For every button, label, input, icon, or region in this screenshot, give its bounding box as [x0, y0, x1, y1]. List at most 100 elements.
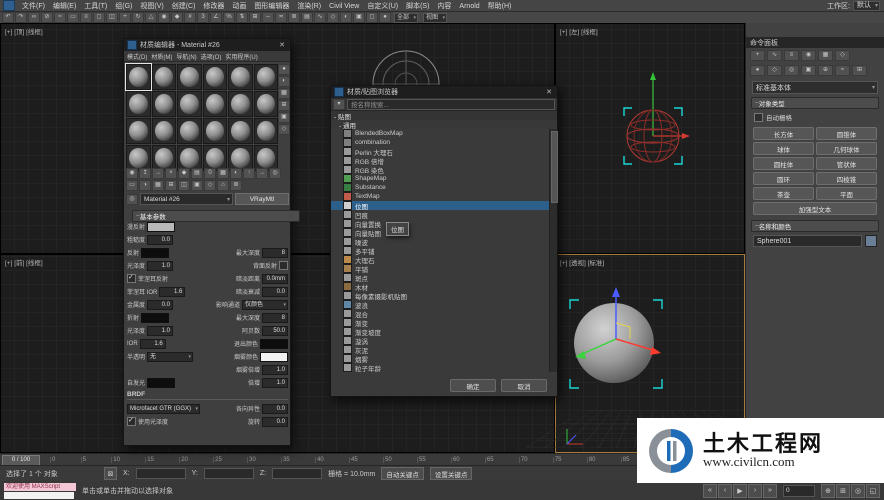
assign-material-icon[interactable]: → — [152, 168, 164, 179]
color-swatch[interactable] — [260, 339, 288, 349]
rotate-icon[interactable]: ↻ — [132, 12, 144, 23]
sphere-wireframe-selected[interactable] — [616, 72, 690, 172]
param-spinner[interactable]: 1.0 — [147, 326, 173, 336]
checker-icon[interactable]: ▦ — [152, 180, 164, 191]
param-spinner[interactable]: 1.0 — [147, 261, 173, 271]
primitive-button[interactable]: 圆环 — [753, 172, 814, 185]
material-sample-slot[interactable] — [254, 64, 279, 90]
material-sample-slot[interactable] — [126, 64, 151, 90]
pick-from-object-icon[interactable]: ◎ — [126, 194, 138, 205]
material-sample-slot[interactable] — [203, 118, 228, 144]
map-list-item[interactable]: ShapeMap — [331, 174, 557, 183]
primitive-button[interactable]: 管状体 — [816, 157, 877, 170]
material-sample-slot[interactable] — [177, 118, 202, 144]
tile-icon[interactable]: ⊞ — [165, 180, 177, 191]
selection-filter-dropdown[interactable]: 全部 — [394, 13, 418, 23]
param-spinner[interactable]: 0.0mm — [262, 274, 288, 284]
menu-item[interactable]: 脚本(S) — [402, 3, 433, 10]
options-icon[interactable]: ◇ — [278, 124, 290, 135]
pick-material-icon[interactable]: ◎ — [269, 168, 281, 179]
scale-icon[interactable]: △ — [145, 12, 157, 23]
object-color-swatch[interactable] — [865, 235, 877, 247]
motion-tab-icon[interactable]: ◉ — [801, 50, 816, 61]
primitive-button[interactable]: 茶壶 — [753, 187, 814, 200]
menu-item[interactable]: 修改器 — [199, 3, 228, 10]
schematic-view-icon[interactable]: ◇ — [327, 12, 339, 23]
curve-editor-icon[interactable]: ∿ — [314, 12, 326, 23]
ribbon-icon[interactable]: ▤ — [301, 12, 313, 23]
material-name-dropdown[interactable]: Material #26 — [140, 193, 233, 205]
show-end-result-icon[interactable]: ◐ — [230, 168, 242, 179]
put-material-icon[interactable]: ↥ — [139, 168, 151, 179]
material-editor-menu-item[interactable]: 实用程序(U) — [225, 52, 257, 61]
close-icon[interactable]: ✕ — [544, 88, 554, 96]
param-spinner[interactable]: 50.0 — [262, 326, 288, 336]
keyboard-override-icon[interactable]: # — [184, 12, 196, 23]
material-sample-slot[interactable] — [152, 91, 177, 117]
param-dropdown[interactable]: Microfacet GTR (GGX) — [127, 404, 200, 414]
lights-icon[interactable]: ◎ — [784, 65, 799, 76]
tree-node-general[interactable]: - 通用 — [331, 120, 557, 129]
material-editor-menu-item[interactable]: 选项(O) — [201, 52, 222, 61]
material-sample-slot[interactable] — [228, 64, 253, 90]
create-tab-icon[interactable]: + — [750, 50, 765, 61]
move-icon[interactable]: + — [119, 12, 131, 23]
primitive-button[interactable]: 平面 — [816, 187, 877, 200]
param-spinner[interactable]: 0.0 — [147, 235, 173, 245]
material-id-icon[interactable]: 0 — [204, 168, 216, 179]
percent-snap-icon[interactable]: % — [223, 12, 235, 23]
menu-item[interactable]: 帮助(H) — [484, 3, 516, 10]
material-sample-slot[interactable] — [152, 64, 177, 90]
primitive-button[interactable]: 长方体 — [753, 127, 814, 140]
maxscript-macro-line[interactable]: 欢迎使用 MAXScript — [4, 483, 76, 491]
reset-map-icon[interactable]: × — [165, 168, 177, 179]
cancel-button[interactable]: 取消 — [501, 379, 547, 392]
map-list-item[interactable]: 粒子年龄 — [331, 363, 557, 372]
select-object-icon[interactable]: ▭ — [67, 12, 79, 23]
go-start-icon[interactable]: « — [703, 484, 717, 498]
background-icon[interactable]: ▦ — [278, 88, 290, 99]
utilities-tab-icon[interactable]: ◇ — [835, 50, 850, 61]
bind-spacewarp-icon[interactable]: ≈ — [54, 12, 66, 23]
spacewarps-icon[interactable]: ≈ — [835, 65, 850, 76]
tree-node-maps[interactable]: - 贴图 — [331, 111, 557, 120]
menu-item[interactable]: 渲染(R) — [293, 3, 325, 10]
backlight2-icon[interactable]: ◑ — [139, 180, 151, 191]
lock-selection-icon[interactable]: ⊠ — [104, 467, 117, 480]
go-parent-icon[interactable]: ↑ — [243, 168, 255, 179]
material-sample-slot[interactable] — [126, 91, 151, 117]
map-list-item[interactable]: BlendedBoxMap — [331, 129, 557, 138]
material-sample-slot[interactable] — [203, 64, 228, 90]
param-spinner[interactable]: 8 — [262, 248, 288, 258]
param-dropdown[interactable]: 无 — [147, 352, 193, 362]
material-sample-slot[interactable] — [254, 91, 279, 117]
menu-item[interactable]: 文件(F) — [18, 3, 49, 10]
close-icon[interactable]: ✕ — [277, 41, 287, 49]
options2-icon[interactable]: ◇ — [204, 180, 216, 191]
pan-icon[interactable]: ◎ — [851, 484, 865, 498]
window-crossing-icon[interactable]: ◫ — [106, 12, 118, 23]
undo-icon[interactable]: ↶ — [2, 12, 14, 23]
rendered-frame-icon[interactable]: ◻ — [366, 12, 378, 23]
material-editor-menu-item[interactable]: 模式(D) — [127, 52, 147, 61]
backlight-icon[interactable]: ◐ — [278, 76, 290, 87]
param-spinner[interactable]: 1.6 — [159, 287, 185, 297]
param-checkbox[interactable] — [127, 417, 136, 426]
render-production-icon[interactable]: ● — [379, 12, 391, 23]
region-select-icon[interactable]: ◻ — [93, 12, 105, 23]
material-sample-slot[interactable] — [228, 91, 253, 117]
align-icon[interactable]: ≍ — [275, 12, 287, 23]
param-spinner[interactable]: 0.0 — [262, 404, 288, 414]
scrollbar-thumb[interactable] — [551, 131, 558, 203]
param-spinner[interactable]: 1.6 — [140, 339, 166, 349]
sample-ui-icon[interactable]: ▭ — [126, 180, 138, 191]
maxscript-listener-line[interactable] — [4, 492, 74, 499]
primitive-button[interactable]: 几何球体 — [816, 142, 877, 155]
rollout-name-color[interactable]: 名称和颜色 — [751, 220, 879, 232]
generate-preview-icon[interactable]: ▣ — [191, 180, 203, 191]
prev-frame-icon[interactable]: ‹ — [718, 484, 732, 498]
param-spinner[interactable]: 1.0 — [262, 365, 288, 375]
menu-item[interactable]: 图形编辑器 — [250, 3, 293, 10]
menu-item[interactable]: 创建(C) — [168, 3, 200, 10]
param-spinner[interactable]: 0.0 — [262, 417, 288, 427]
